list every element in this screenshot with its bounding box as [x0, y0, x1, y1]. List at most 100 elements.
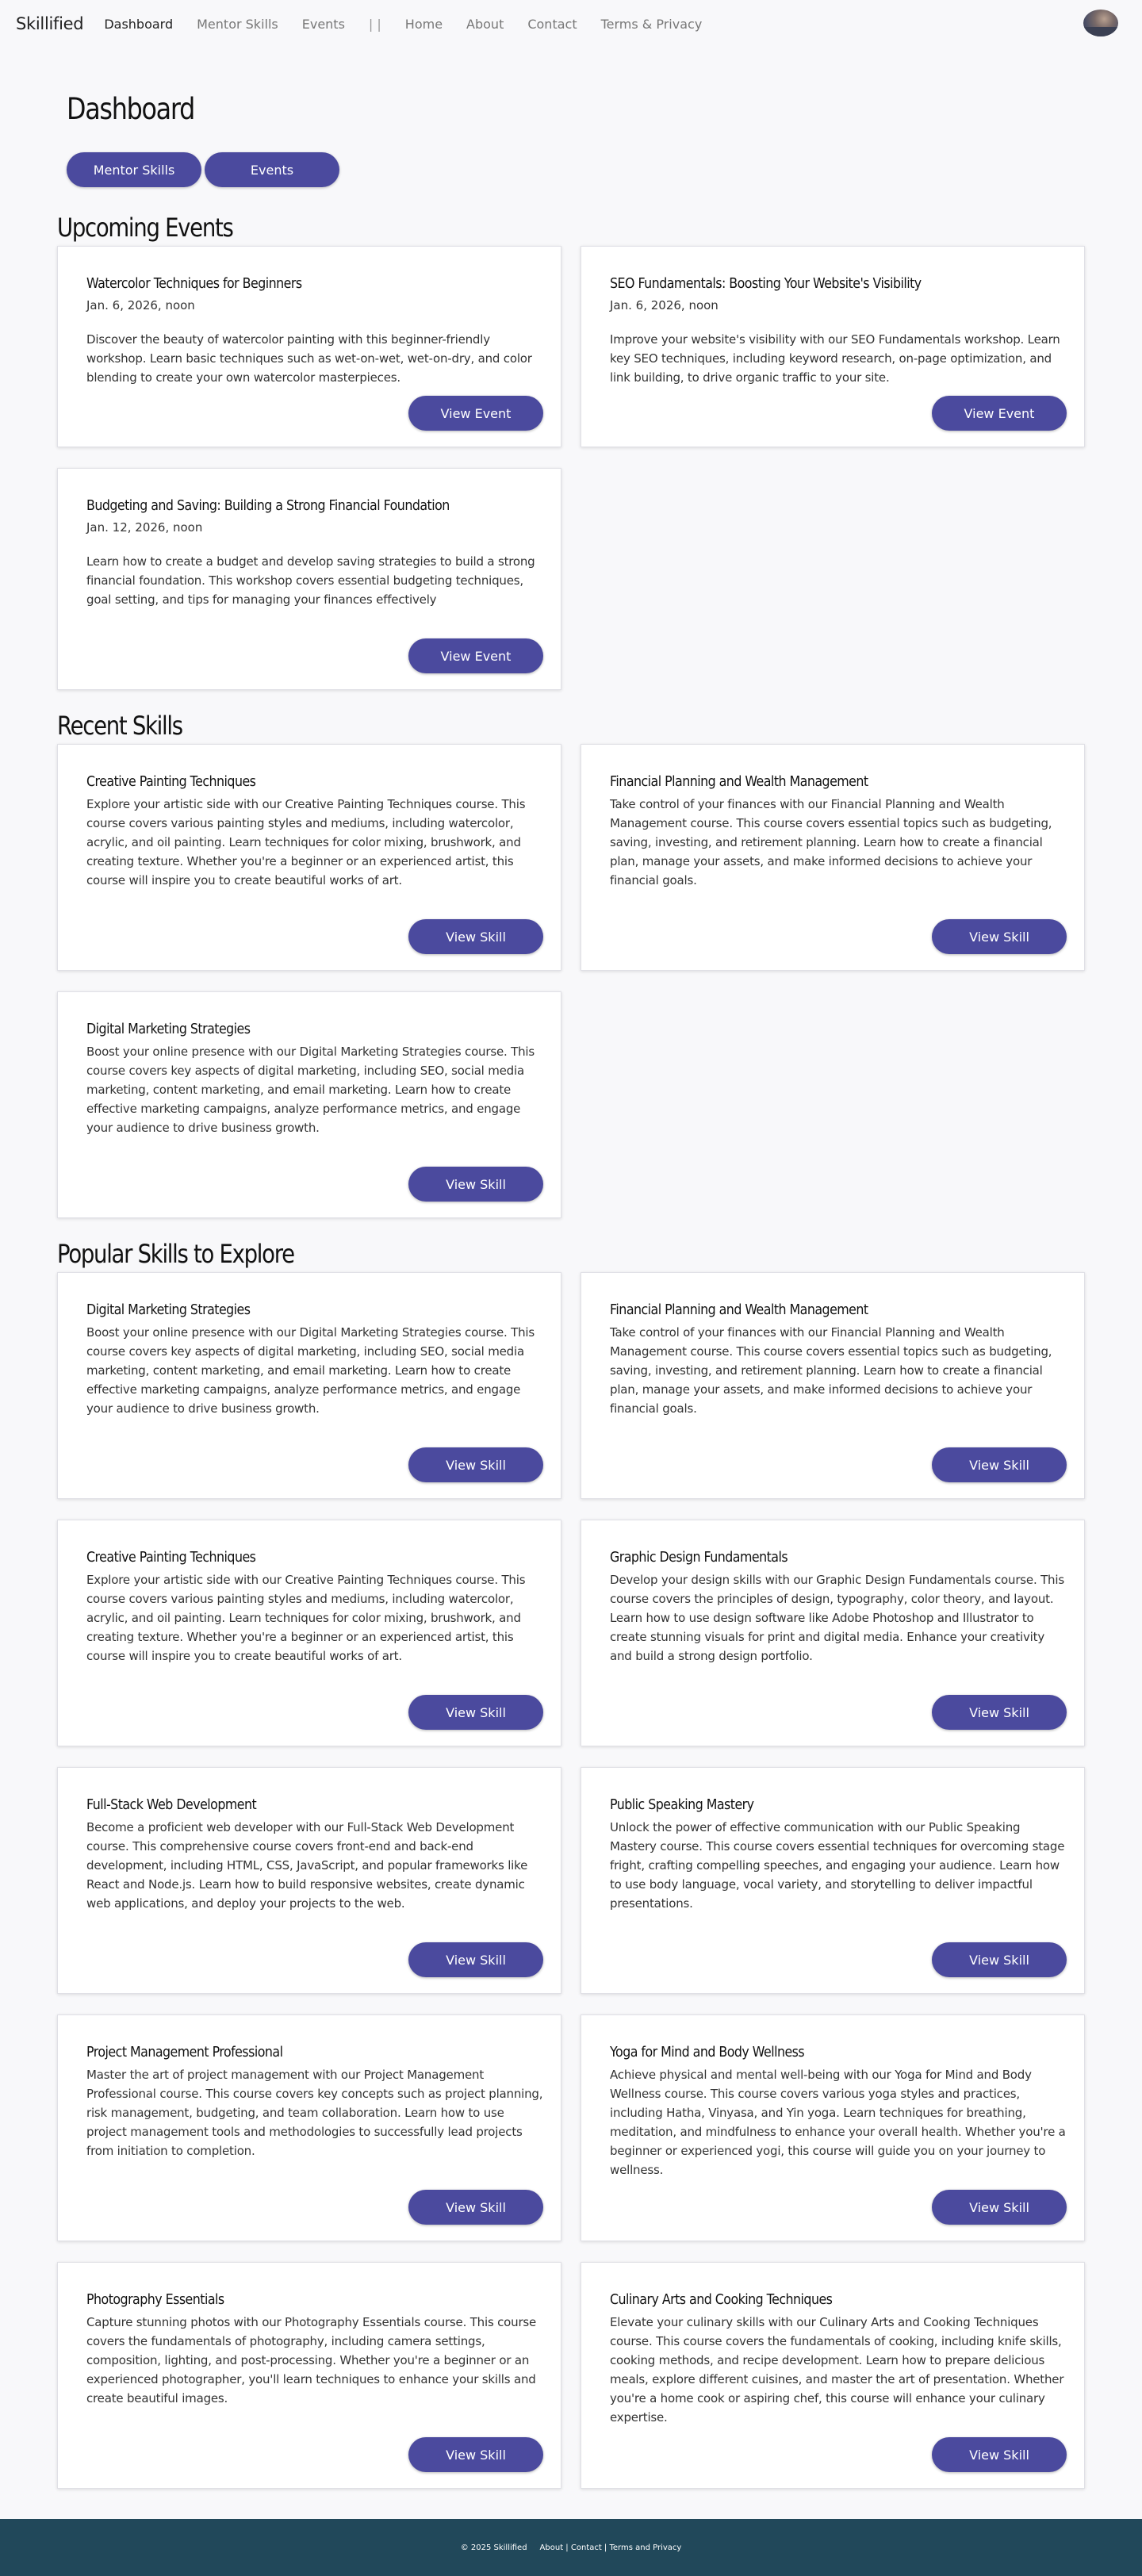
- events-button[interactable]: Events: [205, 152, 339, 187]
- view-skill-button[interactable]: View Skill: [932, 1447, 1067, 1482]
- view-skill-button[interactable]: View Skill: [932, 2437, 1067, 2472]
- page-title: Dashboard: [67, 92, 195, 126]
- user-avatar[interactable]: [1083, 10, 1118, 36]
- card-actions: View Skill: [86, 1167, 543, 1202]
- view-event-button[interactable]: View Event: [408, 396, 543, 431]
- footer-copyright: © 2025 Skillified: [460, 2543, 527, 2552]
- nav-about[interactable]: About: [466, 17, 504, 32]
- skill-card: Photography Essentials Capture stunning p…: [57, 2262, 561, 2489]
- card-title: Full-Stack Web Development: [86, 1796, 257, 1813]
- card-title: Photography Essentials: [86, 2291, 224, 2308]
- skill-card: Project Management Professional Master th…: [57, 2014, 561, 2241]
- card-actions: View Skill: [86, 1695, 543, 1730]
- nav-separator: | |: [368, 16, 381, 32]
- card-description: Take control of your finances with our F…: [610, 797, 1052, 887]
- skill-card: Public Speaking Mastery Unlock the power …: [581, 1767, 1085, 1994]
- view-event-button[interactable]: View Event: [408, 638, 543, 673]
- skill-card: Creative Painting Techniques Explore your…: [57, 744, 561, 971]
- view-skill-button[interactable]: View Skill: [932, 2190, 1067, 2225]
- card-actions: View Skill: [610, 1695, 1067, 1730]
- card-title: Digital Marketing Strategies: [86, 1021, 251, 1037]
- view-skill-button[interactable]: View Skill: [408, 1695, 543, 1730]
- skill-card: Creative Painting Techniques Explore your…: [57, 1520, 561, 1746]
- skill-card: Culinary Arts and Cooking Techniques Elev…: [581, 2262, 1085, 2489]
- card-description: Unlock the power of effective communicat…: [610, 1820, 1065, 1911]
- card-actions: View Skill: [86, 1447, 543, 1482]
- nav-dashboard[interactable]: Dashboard: [104, 17, 173, 32]
- brand-logo[interactable]: Skillified: [16, 14, 84, 33]
- mentor-skills-button[interactable]: Mentor Skills: [67, 152, 201, 187]
- card-title: Graphic Design Fundamentals: [610, 1549, 788, 1566]
- footer-links[interactable]: About | Contact | Terms and Privacy: [540, 2543, 682, 2552]
- view-skill-button[interactable]: View Skill: [932, 919, 1067, 954]
- card-title: Creative Painting Techniques: [86, 1549, 256, 1566]
- card-actions: View Skill: [86, 2437, 543, 2472]
- card-actions: View Skill: [610, 919, 1067, 954]
- card-actions: View Skill: [86, 919, 543, 954]
- card-title: Public Speaking Mastery: [610, 1796, 754, 1813]
- nav-events[interactable]: Events: [302, 17, 345, 32]
- view-skill-button[interactable]: View Skill: [408, 2437, 543, 2472]
- card-date: Jan. 6, 2026, noon: [86, 298, 195, 312]
- upcoming-events-section: Upcoming Events Watercolor Techniques fo…: [57, 209, 1085, 711]
- nav-home[interactable]: Home: [405, 17, 443, 32]
- view-skill-button[interactable]: View Skill: [408, 1942, 543, 1977]
- card-actions: View Skill: [610, 1447, 1067, 1482]
- card-description: Develop your design skills with our Grap…: [610, 1573, 1064, 1663]
- view-skill-button[interactable]: View Skill: [408, 1167, 543, 1202]
- skill-card: Financial Planning and Wealth Management…: [581, 744, 1085, 971]
- card-description: Boost your online presence with our Digi…: [86, 1045, 535, 1135]
- skill-card: Digital Marketing Strategies Boost your o…: [57, 1272, 561, 1499]
- view-skill-button[interactable]: View Skill: [408, 1447, 543, 1482]
- card-description: Discover the beauty of watercolor painti…: [86, 332, 532, 385]
- recent-skills-grid: Creative Painting Techniques Explore your…: [57, 744, 1085, 1239]
- page-footer: © 2025 Skillified About | Contact | Term…: [0, 2519, 1142, 2576]
- card-description: Learn how to create a budget and develop…: [86, 554, 535, 607]
- card-description: Achieve physical and mental well-being w…: [610, 2068, 1066, 2177]
- main-content: Dashboard Mentor Skills Events Upcoming …: [0, 87, 1142, 2509]
- card-actions: View Event: [86, 396, 543, 431]
- card-description: Boost your online presence with our Digi…: [86, 1325, 535, 1416]
- card-actions: View Skill: [86, 1942, 543, 1977]
- section-title: Recent Skills: [57, 711, 183, 741]
- card-description: Master the art of project management wit…: [86, 2068, 543, 2158]
- card-title: Budgeting and Saving: Building a Strong …: [86, 497, 450, 514]
- card-title: Culinary Arts and Cooking Techniques: [610, 2291, 833, 2308]
- card-description: Elevate your culinary skills with our Cu…: [610, 2315, 1064, 2425]
- card-date: Jan. 12, 2026, noon: [86, 520, 203, 535]
- nav-terms-privacy[interactable]: Terms & Privacy: [601, 17, 703, 32]
- card-actions: View Skill: [610, 2437, 1067, 2472]
- view-skill-button[interactable]: View Skill: [408, 919, 543, 954]
- section-title: Popular Skills to Explore: [57, 1239, 295, 1269]
- card-description: Become a proficient web developer with o…: [86, 1820, 528, 1911]
- nav-mentor-skills[interactable]: Mentor Skills: [197, 17, 278, 32]
- event-card: Budgeting and Saving: Building a Strong …: [57, 468, 561, 690]
- view-event-button[interactable]: View Event: [932, 396, 1067, 431]
- card-description: Capture stunning photos with our Photogr…: [86, 2315, 537, 2405]
- card-title: Yoga for Mind and Body Wellness: [610, 2044, 805, 2060]
- skill-card: Financial Planning and Wealth Management…: [581, 1272, 1085, 1499]
- card-actions: View Skill: [610, 2190, 1067, 2225]
- card-title: SEO Fundamentals: Boosting Your Website'…: [610, 275, 922, 292]
- card-title: Financial Planning and Wealth Management: [610, 773, 868, 790]
- card-description: Improve your website's visibility with o…: [610, 332, 1060, 385]
- event-card: Watercolor Techniques for Beginners Jan. …: [57, 246, 561, 447]
- view-skill-button[interactable]: View Skill: [932, 1695, 1067, 1730]
- view-skill-button[interactable]: View Skill: [932, 1942, 1067, 1977]
- view-skill-button[interactable]: View Skill: [408, 2190, 543, 2225]
- card-title: Project Management Professional: [86, 2044, 283, 2060]
- skill-card: Full-Stack Web Development Become a profi…: [57, 1767, 561, 1994]
- events-grid: Watercolor Techniques for Beginners Jan. …: [57, 246, 1085, 711]
- view-toggle: Mentor Skills Events: [67, 152, 1085, 187]
- section-title: Upcoming Events: [57, 213, 234, 243]
- event-card: SEO Fundamentals: Boosting Your Website'…: [581, 246, 1085, 447]
- card-title: Financial Planning and Wealth Management: [610, 1301, 868, 1318]
- card-description: Explore your artistic side with our Crea…: [86, 797, 526, 887]
- skill-card: Digital Marketing Strategies Boost your o…: [57, 991, 561, 1218]
- top-navbar: Skillified Dashboard Mentor Skills Event…: [0, 0, 1142, 48]
- nav-contact[interactable]: Contact: [527, 17, 577, 32]
- card-actions: View Event: [86, 638, 543, 673]
- card-date: Jan. 6, 2026, noon: [610, 298, 719, 312]
- popular-skills-section: Popular Skills to Explore Digital Market…: [57, 1236, 1085, 2509]
- card-actions: View Skill: [86, 2190, 543, 2225]
